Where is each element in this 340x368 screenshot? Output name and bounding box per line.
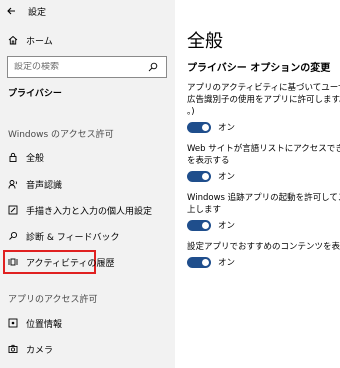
search-icon[interactable] (146, 60, 160, 74)
suggested-content-toggle-row[interactable]: オン (187, 256, 235, 268)
setting-description: アプリのアクティビティに基づいてユーザーに合わせ (187, 83, 340, 93)
sidebar-item-label: 位置情報 (26, 319, 63, 330)
sidebar-item-inking[interactable]: 手描き入力と入力の個人用設定 (0, 199, 175, 221)
toggle-switch[interactable] (187, 256, 211, 268)
sidebar-item-activity-history[interactable]: アクティビティの履歴 (0, 251, 175, 273)
language-list-toggle-row[interactable]: オン (187, 170, 235, 182)
sidebar-item-location[interactable]: 位置情報 (0, 312, 175, 334)
back-arrow-icon (7, 7, 15, 15)
section-subtitle: プライバシー オプションの変更 (187, 63, 331, 74)
setting-description: 。) (187, 107, 195, 117)
sidebar-item-general[interactable]: 全般 (0, 146, 175, 168)
toggle-label: オン (218, 258, 236, 268)
app-permissions-heading: アプリのアクセス許可 (8, 295, 98, 305)
setting-description: 設定アプリでおすすめのコンテンツを表示する (187, 242, 340, 252)
toggle-knob (202, 221, 209, 229)
sidebar-item-label: ホーム (26, 36, 53, 47)
window-title: 設定 (28, 7, 47, 18)
sidebar-item-home[interactable]: ホーム (0, 29, 175, 51)
sidebar-item-camera[interactable]: カメラ (0, 338, 175, 360)
sidebar-item-diagnostics[interactable]: 診断 & フィードバック (0, 225, 175, 247)
sidebar-item-label: 全般 (26, 153, 45, 164)
toggle-label: オン (218, 221, 236, 231)
toggle-switch[interactable] (187, 170, 211, 182)
toggle-switch[interactable] (187, 121, 211, 133)
toggle-knob (202, 172, 209, 180)
toggle-knob (202, 258, 209, 266)
location-icon (8, 318, 18, 328)
toggle-label: オン (218, 172, 236, 182)
feedback-icon (8, 231, 18, 241)
advertising-id-toggle-row[interactable]: オン (187, 121, 235, 133)
title-bar: 設定 (0, 0, 175, 22)
sidebar-item-label: アクティビティの履歴 (26, 258, 115, 269)
main-content: 全般 プライバシー オプションの変更 アプリのアクティビティに基づいてユーザーに… (175, 0, 340, 368)
sidebar-item-speech[interactable]: 音声認識 (0, 173, 175, 195)
setting-description: 広告識別子の使用をアプリに許可します。(オフに (187, 95, 340, 105)
activity-icon (8, 257, 18, 267)
setting-description: Windows 追跡アプリの起動を許可してスタート画 (187, 193, 340, 203)
page-title: 全般 (187, 31, 223, 52)
search-input[interactable] (8, 62, 146, 72)
sidebar-item-label: 診断 & フィードバック (26, 232, 120, 243)
setting-description: を表示する (187, 156, 230, 166)
back-button[interactable] (0, 0, 22, 22)
setting-description: Web サイトが言語リストにアクセスできるようにし (187, 144, 340, 154)
toggle-switch[interactable] (187, 219, 211, 231)
pen-icon (8, 205, 18, 215)
speech-icon (8, 179, 18, 189)
camera-icon (8, 344, 18, 354)
breadcrumb: プライバシー (8, 89, 62, 99)
search-box[interactable] (7, 56, 167, 78)
app-launch-tracking-toggle-row[interactable]: オン (187, 219, 235, 231)
sidebar-item-label: 手描き入力と入力の個人用設定 (26, 206, 153, 217)
windows-permissions-heading: Windows のアクセス許可 (8, 130, 114, 140)
sidebar: 設定 ホーム プライバシー Windows のアクセス許可 全般 音声認識 手描… (0, 0, 175, 368)
sidebar-item-label: 音声認識 (26, 180, 63, 191)
toggle-knob (202, 123, 209, 131)
sidebar-item-label: カメラ (26, 345, 54, 356)
home-icon (8, 35, 18, 45)
toggle-label: オン (218, 123, 236, 133)
setting-description: 上します (187, 205, 222, 215)
lock-icon (8, 152, 18, 162)
